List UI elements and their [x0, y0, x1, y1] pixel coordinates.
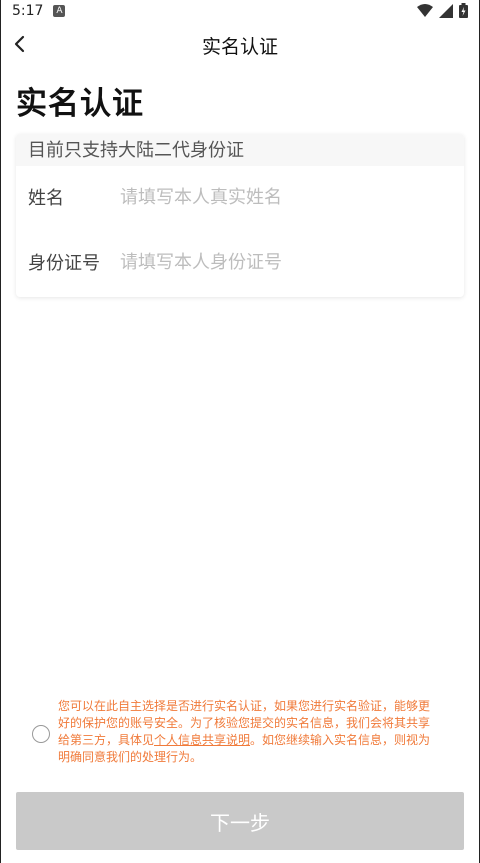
id-type-notice: 目前只支持大陆二代身份证 — [16, 134, 464, 166]
privacy-sharing-link[interactable]: 个人信息共享说明 — [154, 733, 250, 747]
id-number-field-row: 身份证号 — [16, 237, 464, 287]
battery-icon — [459, 3, 468, 18]
consent-text: 您可以在此自主选择是否进行实名认证，如果您进行实名验证，能够更好的保护您的账号安… — [58, 698, 440, 766]
status-icons — [417, 3, 468, 18]
signal-icon — [439, 3, 453, 18]
id-form-card: 目前只支持大陆二代身份证 姓名 身份证号 — [16, 134, 464, 297]
nav-bar: 实名认证 — [0, 22, 480, 66]
status-bar: 5:17 A — [0, 0, 480, 22]
status-time: 5:17 — [12, 3, 44, 19]
wifi-icon — [417, 3, 433, 17]
id-number-label: 身份证号 — [28, 253, 100, 274]
name-label: 姓名 — [28, 188, 64, 209]
name-input[interactable] — [120, 186, 440, 208]
a-icon: A — [53, 5, 66, 17]
name-field-row: 姓名 — [16, 172, 464, 222]
nav-title: 实名认证 — [201, 36, 278, 58]
next-step-button[interactable]: 下一步 — [16, 792, 464, 850]
id-number-input[interactable] — [120, 251, 440, 273]
consent-checkbox[interactable] — [32, 725, 50, 743]
page-heading: 实名认证 — [16, 86, 144, 122]
left-edge — [0, 0, 1, 863]
